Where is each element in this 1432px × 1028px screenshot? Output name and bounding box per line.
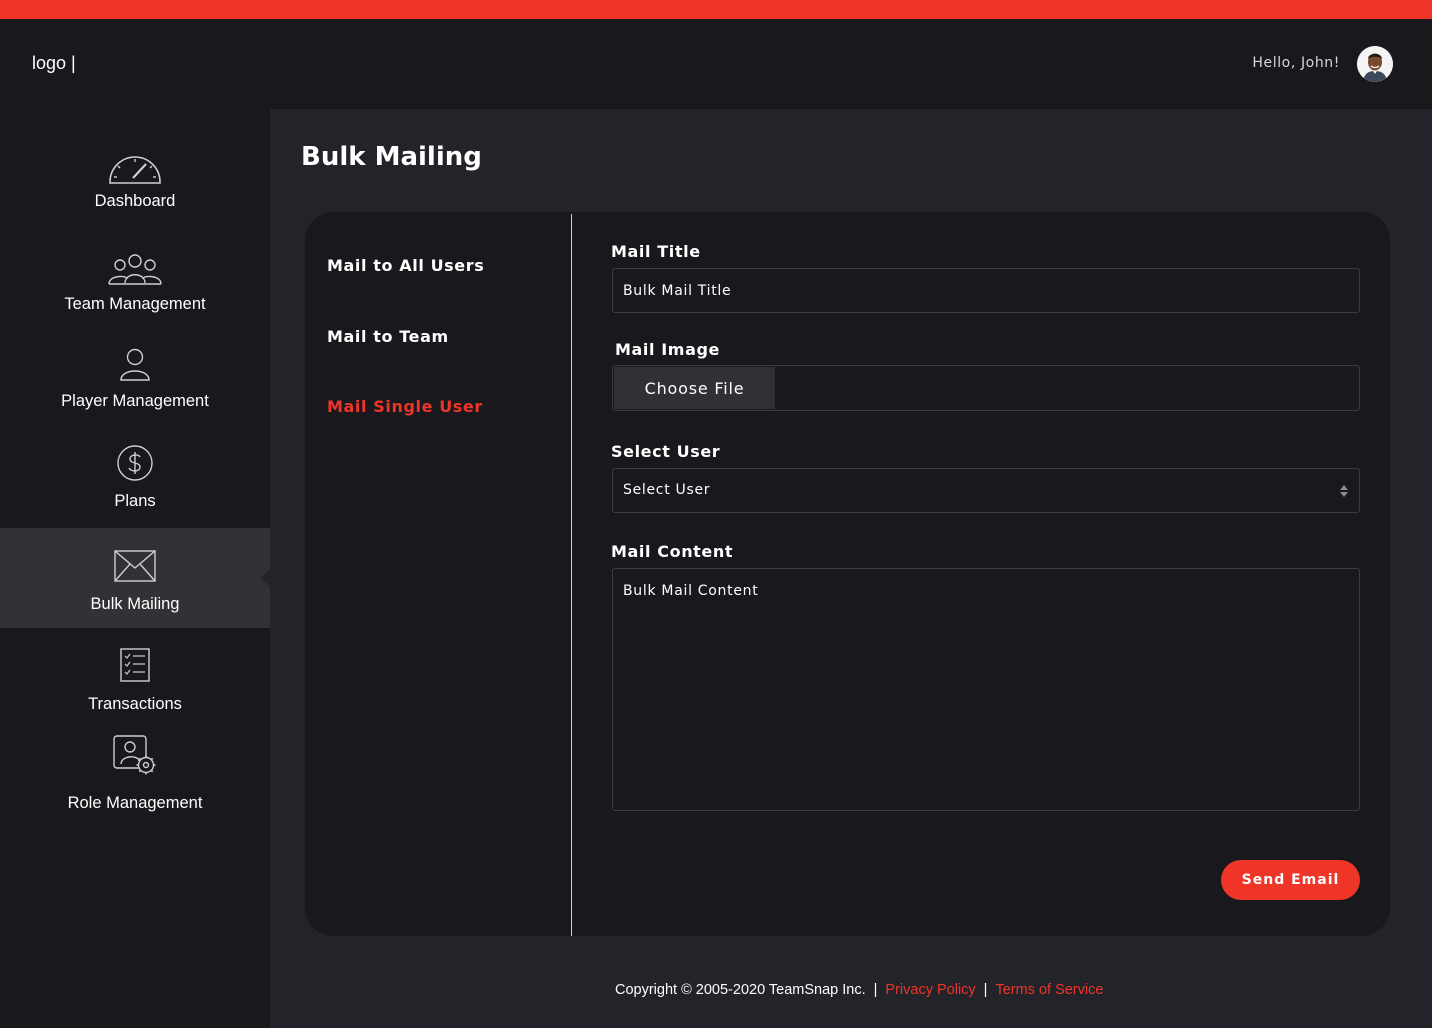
select-user-value: Select User <box>623 482 711 498</box>
mail-content-textarea[interactable] <box>612 568 1360 811</box>
envelope-icon <box>107 538 163 582</box>
user-greeting: Hello, John! <box>1252 55 1340 71</box>
mail-content-label: Mail Content <box>611 542 734 561</box>
copyright-text: Copyright © 2005-2020 TeamSnap Inc. <box>615 982 866 998</box>
sidebar-item-player-management[interactable]: Player Management <box>0 328 270 428</box>
mail-image-file-input[interactable]: Choose File <box>612 365 1360 411</box>
sidebar-item-label: Role Management <box>67 794 203 812</box>
mail-option-all-users[interactable]: Mail to All Users <box>327 256 484 275</box>
footer-separator: | <box>983 982 988 998</box>
card-divider <box>571 214 572 936</box>
main-content: Bulk Mailing Mail to All Users Mail to T… <box>270 109 1432 1028</box>
sidebar: Dashboard Team Management Player Managem… <box>0 109 270 1028</box>
terms-of-service-link[interactable]: Terms of Service <box>995 982 1103 998</box>
mail-option-single-user[interactable]: Mail Single User <box>327 397 483 416</box>
footer-separator: | <box>873 982 878 998</box>
sidebar-item-role-management[interactable]: Role Management <box>0 728 270 828</box>
page-title: Bulk Mailing <box>301 142 482 172</box>
sidebar-item-plans[interactable]: Plans <box>0 428 270 528</box>
sidebar-item-label: Team Management <box>64 295 206 313</box>
sidebar-item-transactions[interactable]: Transactions <box>0 628 270 728</box>
select-arrows-icon <box>1340 485 1348 497</box>
avatar[interactable] <box>1357 46 1393 82</box>
mail-title-input[interactable] <box>612 268 1360 313</box>
header: logo | Hello, John! <box>0 19 1432 109</box>
sidebar-item-dashboard[interactable]: Dashboard <box>0 128 270 228</box>
mail-option-team[interactable]: Mail to Team <box>327 327 449 346</box>
sidebar-item-label: Plans <box>114 492 156 510</box>
user-gear-icon <box>107 732 163 776</box>
footer: Copyright © 2005-2020 TeamSnap Inc. | Priv… <box>615 982 1103 998</box>
mail-image-label: Mail Image <box>615 340 720 359</box>
sidebar-item-label: Dashboard <box>94 192 176 210</box>
top-accent-bar <box>0 0 1432 19</box>
sidebar-item-label: Transactions <box>88 695 182 713</box>
sidebar-item-label: Bulk Mailing <box>90 595 180 613</box>
logo[interactable]: logo | <box>32 53 76 74</box>
privacy-policy-link[interactable]: Privacy Policy <box>885 982 975 998</box>
user-icon <box>107 338 163 382</box>
sidebar-item-label: Player Management <box>61 392 209 410</box>
choose-file-button[interactable]: Choose File <box>614 367 775 409</box>
team-icon <box>107 243 163 287</box>
sidebar-item-bulk-mailing[interactable]: Bulk Mailing <box>0 528 270 628</box>
select-user-label: Select User <box>611 442 721 461</box>
mail-title-label: Mail Title <box>611 242 701 261</box>
bulk-mail-card: Mail to All Users Mail to Team Mail Sing… <box>305 212 1390 936</box>
checklist-icon <box>107 638 163 682</box>
dollar-icon <box>107 438 163 482</box>
select-user-dropdown[interactable]: Select User <box>612 468 1360 513</box>
sidebar-item-team-management[interactable]: Team Management <box>0 228 270 328</box>
send-email-button[interactable]: Send Email <box>1221 860 1360 900</box>
speedometer-icon <box>107 143 163 187</box>
